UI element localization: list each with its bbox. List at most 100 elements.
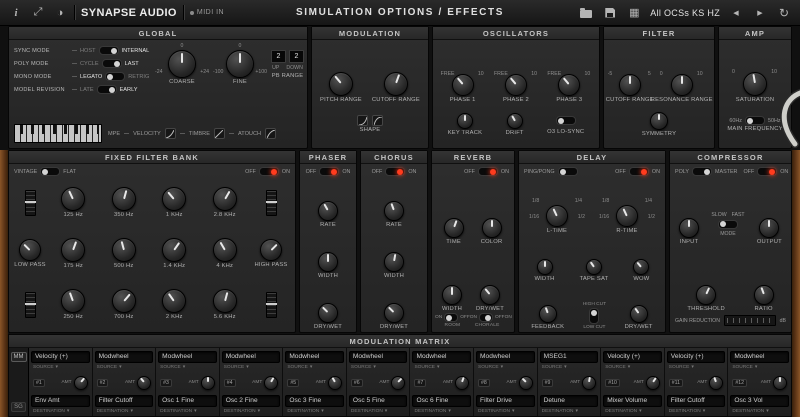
mod-source-select[interactable]: Modwheel <box>221 351 281 363</box>
mod-amount-knob[interactable] <box>455 375 470 390</box>
ffb-right-bottom-slider[interactable] <box>265 291 277 318</box>
pingpong-toggle[interactable] <box>557 167 578 176</box>
filter-cutoff-range-knob[interactable] <box>618 73 641 96</box>
reverb-off-label[interactable]: OFF <box>464 169 475 175</box>
threshold-knob[interactable] <box>696 285 717 305</box>
pb-up-value[interactable]: 2 <box>271 50 286 63</box>
phaser-off-label[interactable]: OFF <box>306 169 317 175</box>
reverb-time-knob[interactable] <box>443 217 464 238</box>
preset-browser-button[interactable] <box>626 5 642 21</box>
chorus-off-label[interactable]: OFF <box>372 169 383 175</box>
comp-poly-master-toggle[interactable] <box>691 167 712 176</box>
ffb-left-top-slider[interactable] <box>24 189 36 216</box>
ffb-off-label[interactable]: OFF <box>245 169 256 175</box>
band-knob[interactable] <box>212 187 237 211</box>
r-time-knob[interactable] <box>616 205 638 228</box>
high-cut-label[interactable]: HIGH CUT <box>583 302 606 307</box>
reload-preset-button[interactable] <box>776 5 792 21</box>
mono-mode-retrig[interactable]: RETRIG <box>128 74 149 80</box>
phaser-power-toggle[interactable] <box>319 167 340 176</box>
mod-amount-knob[interactable] <box>327 375 342 390</box>
sg-button[interactable]: SG <box>11 402 26 412</box>
model-revision-late[interactable]: LATE <box>80 87 94 93</box>
wow-knob[interactable] <box>633 259 650 276</box>
mod-source-select[interactable]: Modwheel <box>412 351 472 363</box>
mod-source-select[interactable]: Modwheel <box>285 351 344 363</box>
cut-filter-toggle[interactable] <box>589 308 600 324</box>
cutoff-range-knob[interactable] <box>383 71 408 96</box>
band-knob[interactable] <box>212 238 237 262</box>
delay-power-toggle[interactable] <box>628 167 649 176</box>
mod-amount-knob[interactable] <box>645 375 660 390</box>
chorale-toggle[interactable] <box>479 313 493 322</box>
saturation-knob[interactable] <box>743 71 767 96</box>
sync-mode-host[interactable]: HOST <box>80 48 96 54</box>
comp-output-knob[interactable] <box>759 217 780 238</box>
low-pass-knob[interactable] <box>18 239 41 261</box>
theme-button[interactable] <box>52 5 68 21</box>
comp-poly-label[interactable]: POLY <box>675 169 689 175</box>
poly-mode-cycle[interactable]: CYCLE <box>80 61 99 67</box>
phaser-on-label[interactable]: ON <box>342 169 350 175</box>
reverb-color-knob[interactable] <box>481 217 502 238</box>
mod-dest-select[interactable]: Osc 2 Fine <box>221 395 281 407</box>
pb-down-value[interactable]: 2 <box>289 50 304 63</box>
model-revision-early[interactable]: EARLY <box>120 87 138 93</box>
band-knob[interactable] <box>162 238 187 262</box>
fine-knob[interactable] <box>226 50 254 78</box>
key-track-knob[interactable] <box>456 112 473 129</box>
comp-input-knob[interactable] <box>679 217 700 238</box>
filter-resonance-range-knob[interactable] <box>670 73 693 96</box>
chorus-on-label[interactable]: ON <box>408 169 416 175</box>
model-revision-toggle[interactable] <box>96 85 117 94</box>
save-preset-button[interactable] <box>602 5 618 21</box>
phase1-knob[interactable] <box>451 73 474 96</box>
mod-amount-knob[interactable] <box>137 375 152 390</box>
band-knob[interactable] <box>61 187 86 211</box>
prev-preset-button[interactable] <box>728 5 744 21</box>
o3-lo-sync-toggle[interactable] <box>555 116 576 126</box>
poly-mode-toggle[interactable] <box>101 59 122 68</box>
mod-amount-knob[interactable] <box>518 375 533 390</box>
chorus-rate-knob[interactable] <box>384 201 404 221</box>
comp-fast-label[interactable]: FAST <box>732 212 745 218</box>
band-knob[interactable] <box>111 289 136 313</box>
sync-mode-internal[interactable]: INTERNAL <box>122 48 150 54</box>
mod-dest-select[interactable]: Osc 5 Fine <box>348 395 408 407</box>
mpe-atouch-curve-button[interactable] <box>265 128 277 139</box>
band-knob[interactable] <box>111 238 136 262</box>
mod-dest-select[interactable]: Filter Cutoff <box>94 395 154 407</box>
next-preset-button[interactable] <box>752 5 768 21</box>
low-cut-label[interactable]: LOW CUT <box>583 325 605 330</box>
mod-dest-select[interactable]: Osc 1 Fine <box>158 395 217 407</box>
mpe-velocity-curve-button[interactable] <box>164 128 176 139</box>
band-knob[interactable] <box>61 289 86 313</box>
mono-mode-legato[interactable]: LEGATO <box>80 74 102 80</box>
delay-width-knob[interactable] <box>536 259 553 276</box>
ffb-vintage-label[interactable]: VINTAGE <box>14 169 37 175</box>
phaser-rate-knob[interactable] <box>318 201 338 221</box>
comp-power-toggle[interactable] <box>757 167 778 176</box>
mod-dest-select[interactable]: Osc 3 Fine <box>285 395 344 407</box>
preset-name[interactable]: All OCSs KS HZ <box>650 8 720 18</box>
mod-source-select[interactable]: Velocity (+) <box>31 351 90 363</box>
mod-amount-knob[interactable] <box>709 375 724 390</box>
ffb-left-bottom-slider[interactable] <box>24 291 36 318</box>
chorus-width-knob[interactable] <box>384 252 404 272</box>
reverb-power-toggle[interactable] <box>477 167 498 176</box>
mod-source-select[interactable]: Modwheel <box>158 351 217 363</box>
phase3-knob[interactable] <box>558 73 581 96</box>
ffb-mode-toggle[interactable] <box>40 167 61 176</box>
mono-mode-toggle[interactable] <box>105 72 126 81</box>
phase2-knob[interactable] <box>504 73 527 96</box>
mod-dest-select[interactable]: Env Amt <box>31 395 90 407</box>
mod-source-select[interactable]: Modwheel <box>348 351 408 363</box>
mod-dest-select[interactable]: Filter Cutoff <box>666 395 726 407</box>
phaser-width-knob[interactable] <box>318 252 338 272</box>
pitch-range-knob[interactable] <box>328 71 353 96</box>
mod-source-select[interactable]: MSEG1 <box>539 351 599 363</box>
mod-amount-knob[interactable] <box>200 375 215 390</box>
ffb-on-label[interactable]: ON <box>282 169 290 175</box>
feedback-knob[interactable] <box>538 305 557 323</box>
chorus-drywet-knob[interactable] <box>384 303 404 323</box>
